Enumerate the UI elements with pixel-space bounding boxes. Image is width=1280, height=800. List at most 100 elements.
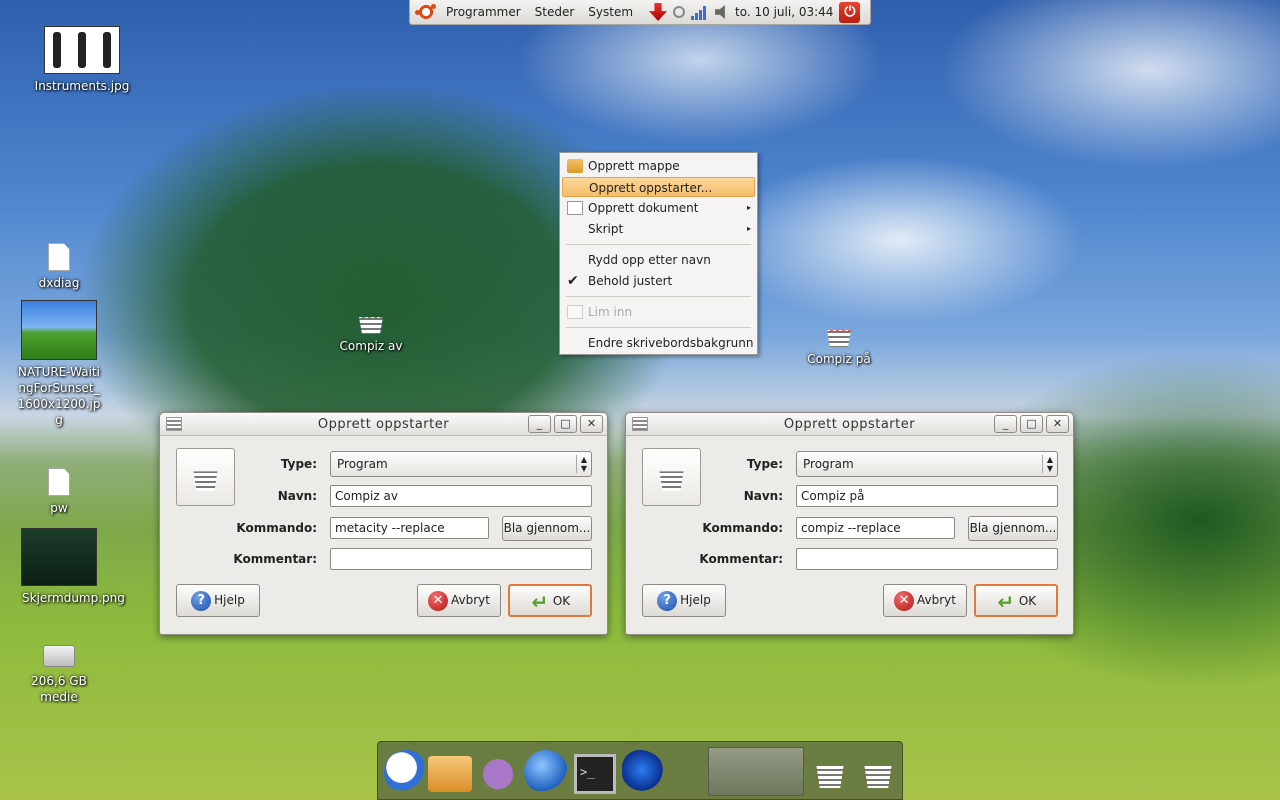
desktop-icon-instruments[interactable]: Instruments.jpg [27, 26, 137, 94]
desktop-icon-skjermdump[interactable]: Skjermdump.png [4, 528, 125, 606]
menu-system[interactable]: System [584, 5, 637, 19]
top-panel: Programmer Steder System to. 10 juli, 03… [409, 0, 871, 25]
launcher-spring-icon [864, 765, 892, 788]
name-label: Navn: [743, 489, 783, 503]
close-button[interactable]: ✕ [1046, 415, 1069, 433]
folder-icon [567, 159, 583, 173]
cancel-icon: ✕ [428, 590, 449, 611]
browse-button[interactable]: Bla gjennom... [968, 516, 1058, 541]
network-signal-icon[interactable] [691, 4, 709, 20]
menu-item-skript[interactable]: Skript ▸ [562, 219, 755, 239]
menu-item-endre-bakgrunn[interactable]: Endre skrivebordsbakgrunn [562, 333, 755, 353]
maximize-button[interactable]: □ [1020, 415, 1043, 433]
drive-icon [43, 645, 75, 667]
cancel-button[interactable]: ✕ Avbryt [883, 584, 967, 617]
menu-item-label: Behold justert [588, 274, 673, 288]
menu-separator [566, 244, 751, 245]
desktop-icon-label: NATURE-WaitingForSunset_1600x1200.jpg [17, 365, 101, 427]
ok-button[interactable]: ↵ OK [974, 584, 1058, 617]
menu-item-label: Rydd opp etter navn [588, 253, 711, 267]
menu-item-opprett-dokument[interactable]: Opprett dokument ▸ [562, 198, 755, 218]
launcher-spring-icon [827, 330, 851, 347]
maximize-button[interactable]: □ [554, 415, 577, 433]
terminal-icon[interactable]: >_ [574, 754, 616, 794]
menu-item-behold-justert[interactable]: ✔ Behold justert [562, 271, 755, 291]
command-label: Kommando: [236, 521, 317, 535]
web-browser-globe-icon[interactable] [524, 750, 568, 794]
document-icon [48, 243, 70, 271]
dock: >_ [377, 741, 903, 800]
button-label: Avbryt [917, 593, 956, 607]
command-input[interactable]: metacity --replace [330, 517, 489, 539]
pidgin-chat-icon[interactable] [476, 750, 520, 794]
desktop-icon-label: dxdiag [38, 276, 80, 290]
desktop-icon-label: 206,6 GB medie [31, 674, 87, 704]
power-icon[interactable]: ⏻ [839, 1, 861, 23]
cancel-icon: ✕ [894, 590, 915, 611]
document-icon [48, 468, 70, 496]
minimize-button[interactable]: _ [994, 415, 1017, 433]
menu-steder[interactable]: Steder [531, 5, 579, 19]
combo-arrows-icon: ▲ ▼ [1041, 455, 1053, 473]
ok-arrow-icon: ↵ [531, 589, 549, 614]
desktop-icon-compiz-av[interactable]: Compiz av [316, 310, 426, 354]
compiz-av-launcher-icon[interactable] [808, 750, 852, 794]
cancel-button[interactable]: ✕ Avbryt [417, 584, 501, 617]
menu-item-label: Skript [588, 222, 624, 236]
compiz-pa-launcher-icon[interactable] [856, 750, 900, 794]
comment-input[interactable] [330, 548, 592, 570]
desktop-icon-dxdiag[interactable]: dxdiag [4, 243, 114, 291]
search-icon[interactable] [673, 6, 686, 18]
help-button[interactable]: ? Hjelp [176, 584, 260, 617]
image-thumbnail [21, 528, 97, 586]
browse-button[interactable]: Bla gjennom... [502, 516, 592, 541]
launcher-spring-icon [359, 317, 383, 334]
menu-item-label: Endre skrivebordsbakgrunn [588, 336, 754, 350]
desktop-icon-label: Instruments.jpg [34, 79, 130, 93]
desktop-icon-label: Compiz på [807, 352, 871, 366]
type-combobox[interactable]: Program ▲ ▼ [330, 451, 592, 477]
combo-arrows-icon: ▲ ▼ [575, 455, 587, 473]
ubuntu-logo-icon[interactable] [415, 2, 436, 22]
menu-separator [566, 296, 751, 297]
menu-separator [566, 327, 751, 328]
desktop-icon-drive[interactable]: 206,6 GB medie [4, 645, 114, 705]
type-combobox[interactable]: Program ▲ ▼ [796, 451, 1058, 477]
command-input[interactable]: compiz --replace [796, 517, 955, 539]
name-input[interactable]: Compiz av [330, 485, 592, 507]
desktop-icon-pw[interactable]: pw [4, 468, 114, 516]
dialog-titlebar[interactable]: Opprett oppstarter _ □ ✕ [160, 413, 607, 436]
help-button[interactable]: ? Hjelp [642, 584, 726, 617]
launcher-spring-icon [816, 765, 844, 788]
desktop-icon-label: pw [50, 501, 68, 515]
menu-item-opprett-oppstarter[interactable]: Opprett oppstarter... [562, 177, 755, 197]
beagle-search-icon[interactable] [384, 750, 428, 794]
comment-input[interactable] [796, 548, 1058, 570]
dialog-titlebar[interactable]: Opprett oppstarter _ □ ✕ [626, 413, 1073, 436]
menu-item-opprett-mappe[interactable]: Opprett mappe [562, 156, 755, 176]
desktop-context-menu: Opprett mappe Opprett oppstarter... Oppr… [559, 152, 758, 355]
checkmark-icon: ✔ [567, 273, 579, 289]
menu-item-label: Opprett mappe [588, 159, 680, 173]
menu-item-rydd-opp[interactable]: Rydd opp etter navn [562, 250, 755, 270]
desktop-icon-label: Compiz av [339, 339, 403, 353]
update-notifier-icon[interactable] [649, 3, 668, 21]
help-icon: ? [191, 590, 212, 611]
desktop-icon-compiz-pa[interactable]: Compiz på [784, 323, 894, 367]
desktop-icon-label: Skjermdump.png [22, 591, 125, 605]
window-preview-thumbnail[interactable] [708, 747, 804, 796]
name-input[interactable]: Compiz på [796, 485, 1058, 507]
file-manager-folder-icon[interactable] [428, 756, 472, 792]
close-button[interactable]: ✕ [580, 415, 603, 433]
type-label: Type: [280, 457, 317, 471]
menu-programmer[interactable]: Programmer [442, 5, 525, 19]
submenu-arrow-icon: ▸ [746, 203, 751, 212]
document-new-icon [567, 201, 583, 215]
minimize-button[interactable]: _ [528, 415, 551, 433]
submenu-arrow-icon: ▸ [746, 224, 751, 233]
desktop-icon-nature[interactable]: NATURE-WaitingForSunset_1600x1200.jpg [4, 300, 114, 428]
volume-icon[interactable] [715, 5, 725, 19]
ok-button[interactable]: ↵ OK [508, 584, 592, 617]
clock[interactable]: to. 10 juli, 03:44 [735, 5, 833, 19]
frog-app-icon[interactable] [622, 750, 666, 794]
